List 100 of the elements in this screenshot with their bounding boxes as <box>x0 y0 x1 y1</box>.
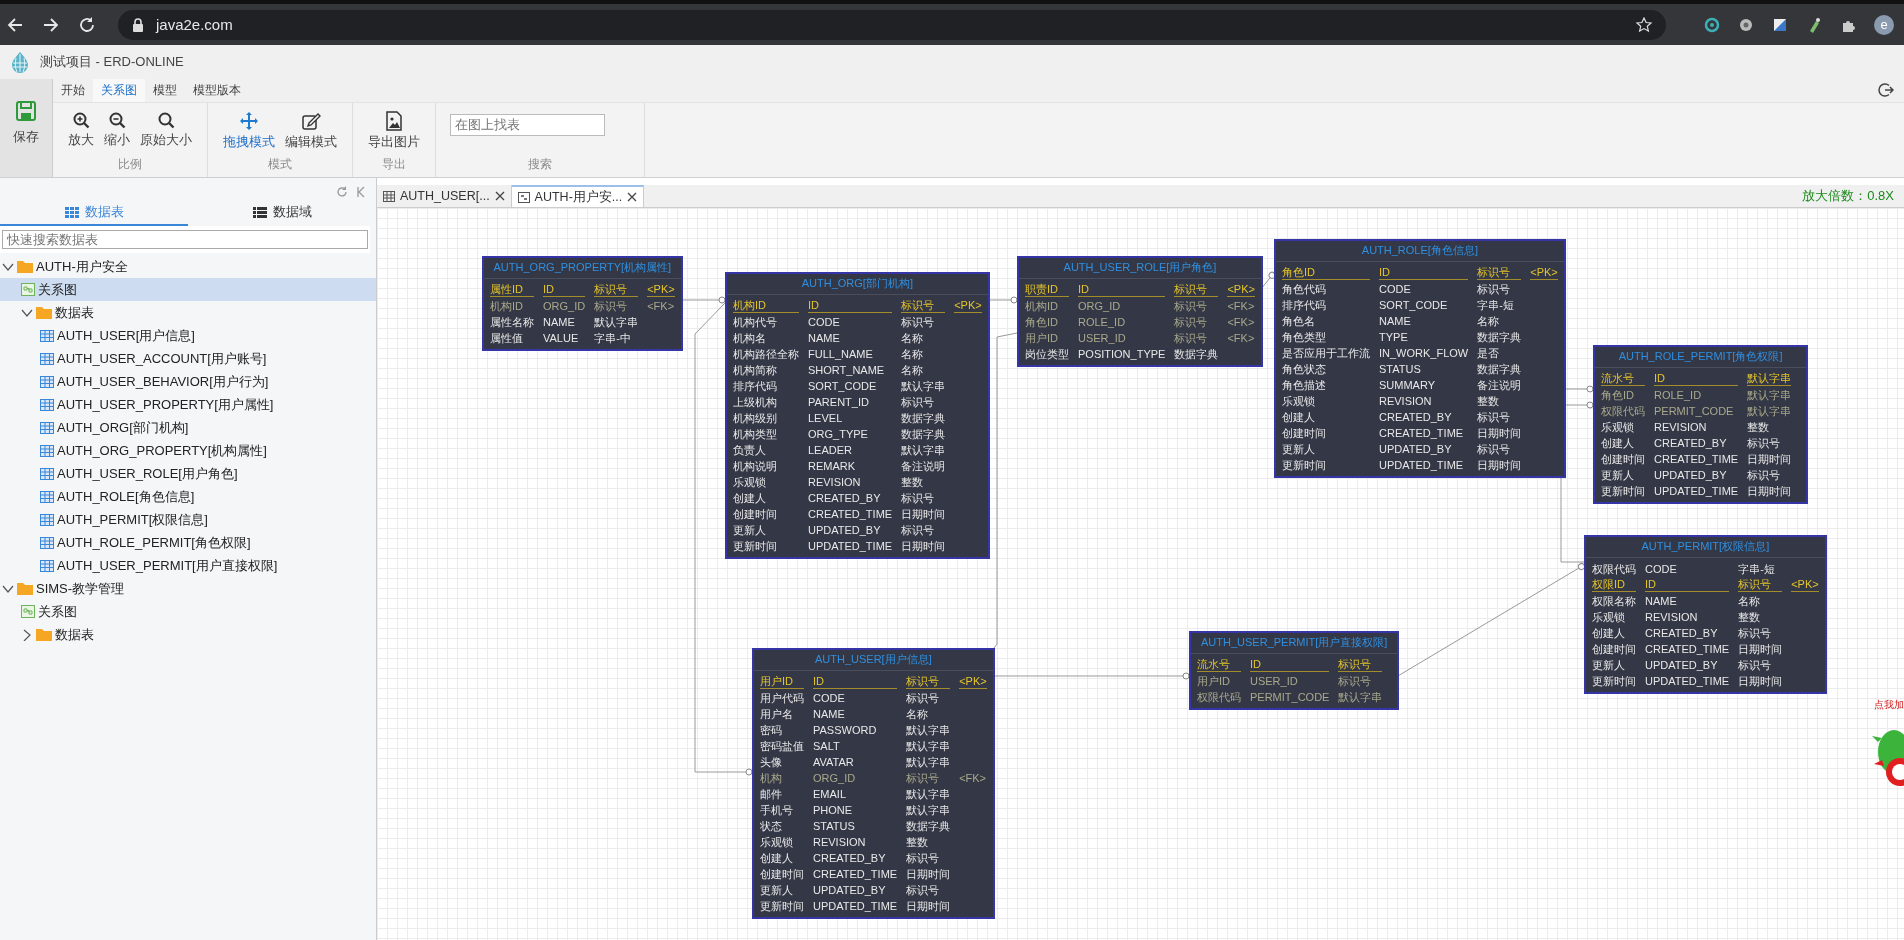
close-icon[interactable] <box>627 192 638 202</box>
tree-item[interactable]: AUTH_ROLE[角色信息] <box>0 485 376 508</box>
chevron-right-icon[interactable] <box>21 628 33 641</box>
extension-icon[interactable] <box>1738 16 1754 33</box>
field-cell-text: 日期时间 <box>901 507 946 522</box>
entity-table[interactable]: AUTH_ORG_PROPERTY[机构属性] 属性ID ID 标识号 <PK> 机构ID ORG_ID 标识号 <FK> 属性名称 NAME 默认字串 属性值 VALUE 字串-中 <box>482 256 683 351</box>
tree-item[interactable]: AUTH_USER_BEHAVIOR[用户行为] <box>0 370 376 393</box>
close-icon[interactable] <box>494 191 505 201</box>
tree-item[interactable]: AUTH_PERMIT[权限信息] <box>0 508 376 531</box>
field-cell-text: 创建人 <box>1282 410 1316 425</box>
image-file-icon <box>385 111 403 131</box>
tree-item[interactable]: 数据表 <box>0 301 376 324</box>
field-cell-text: 默认字串 <box>1747 404 1792 419</box>
entity-table[interactable]: AUTH_ROLE_PERMIT[角色权限] 流水号 ID 默认字串 角色ID ROLE_ID 默认字串 权限代码 PERMIT_CODE 默认字串 乐观锁 REVISION 整数 创建人 CREATED_BY 标识号 创建时间 CREATED_TIME 日期时间 更新人 UPDATED_BY 标识号 更新时间 UPDATED_TIME 日期时间 <box>1593 345 1809 504</box>
ribbon-button[interactable]: 原始大小 <box>137 111 195 149</box>
field-cell-text: ROLE_ID <box>1654 388 1703 403</box>
field-cell-text: 标识号 <box>901 395 936 410</box>
field-cell-text: 默认字串 <box>906 803 951 818</box>
ribbon-tab[interactable]: 关系图 <box>93 79 145 102</box>
widget-text[interactable]: 点我加 <box>1874 698 1904 712</box>
sidebar-tab[interactable]: 数据域 <box>188 200 376 226</box>
refresh-icon[interactable] <box>336 186 348 198</box>
extension-icon[interactable] <box>1704 16 1720 33</box>
entity-table[interactable]: AUTH_USER_PERMIT[用户直接权限] 流水号 ID 标识号 用户ID USER_ID 标识号 权限代码 PERMIT_CODE 默认字串 <box>1189 631 1400 710</box>
star-icon[interactable] <box>1636 16 1652 33</box>
field-cell-text: 标识号 <box>901 315 936 330</box>
field-cell-text: POSITION_TYPE <box>1078 347 1166 362</box>
field-cell-text: 整数 <box>1747 420 1771 435</box>
ribbon-button[interactable]: 缩小 <box>101 111 133 149</box>
tree-item[interactable]: AUTH_USER_PROPERTY[用户属性] <box>0 393 376 416</box>
field-cell: 权限ID <box>1592 577 1636 592</box>
tree-item[interactable]: SIMS-教学管理 <box>0 577 376 600</box>
field-cell-text: LEVEL <box>808 411 844 426</box>
field-cell-text: 标识号 <box>1477 442 1512 457</box>
tree-item[interactable]: AUTH_USER_ACCOUNT[用户账号] <box>0 347 376 370</box>
tree-item[interactable]: AUTH_USER[用户信息] <box>0 324 376 347</box>
field-cell-text: 是否 <box>1477 346 1501 361</box>
field-cell-text: SORT_CODE <box>808 379 878 394</box>
tree-item[interactable]: 关系图 <box>0 600 376 623</box>
field-cell-text: 名称 <box>901 363 925 378</box>
extension-icon[interactable] <box>1772 16 1788 33</box>
diagram-icon <box>21 605 35 618</box>
tree-item[interactable]: AUTH_USER_ROLE[用户角色] <box>0 462 376 485</box>
reload-icon[interactable] <box>78 15 96 34</box>
field-cell-text: 更新时间 <box>760 899 804 914</box>
tree-item[interactable]: AUTH_ORG_PROPERTY[机构属性] <box>0 439 376 462</box>
save-button[interactable]: 保存 <box>0 79 53 177</box>
field-cell-text: 标识号 <box>1338 674 1373 689</box>
field-cell-text: 日期时间 <box>1747 484 1792 499</box>
search-field[interactable]: 快速搜索数据表 <box>2 230 368 249</box>
field-cell-text: PARENT_ID <box>808 395 870 410</box>
field-cell-text: 默认字串 <box>906 755 951 770</box>
field-cell: 机构ID <box>733 298 799 313</box>
field-cell-text: 默认字串 <box>906 739 951 754</box>
ribbon-tab[interactable]: 模型版本 <box>185 79 249 102</box>
collapse-icon[interactable] <box>356 186 366 198</box>
address-bar[interactable]: java2e.com <box>118 9 1666 40</box>
field-cell-text: 更新人 <box>760 883 794 898</box>
ribbon-tab[interactable]: 开始 <box>53 79 93 102</box>
ribbon-button[interactable]: 放大 <box>65 111 97 149</box>
field-cell: ID <box>1078 282 1166 297</box>
field-cell-text: 备注说明 <box>1477 378 1522 393</box>
entity-table[interactable] <box>1274 239 1566 478</box>
table-title: AUTH_ROLE_PERMIT[角色权限] <box>1595 347 1807 368</box>
field-cell-text: STATUS <box>1379 362 1422 377</box>
field-cell-text: 标识号 <box>1174 315 1209 330</box>
entity-table[interactable]: AUTH_PERMIT[权限信息] 权限代码 CODE 字串-短 权限ID ID 标识号 <PK> 权限名称 NAME 名称 乐观锁 REVISION 整数 创建人 CREATED_BY 标识号 创建时间 CREATED_TIME 日期时间 更新人 UPDATED_BY 标识号 更新时间 UPDATED_TIME 日期时间 <box>1584 535 1827 694</box>
entity-table[interactable] <box>752 648 995 919</box>
tree-item[interactable]: 关系图 <box>0 278 376 301</box>
ribbon-button[interactable]: 导出图片 <box>365 111 423 151</box>
logout-icon[interactable] <box>1878 82 1894 98</box>
ribbon-button[interactable]: 编辑模式 <box>282 111 340 151</box>
field-cell-text: 标识号 <box>1747 436 1782 451</box>
search-field[interactable]: 在图上找表 <box>450 114 605 136</box>
entity-table[interactable]: AUTH_USER_ROLE[用户角色] 职责ID ID 标识号 <PK> 机构ID ORG_ID 标识号 <FK> 角色ID ROLE_ID 标识号 <FK> 用户ID USER_ID 标识号 <FK> 岗位类型 POSITION_TYPE 数据字典 <box>1017 256 1263 367</box>
document-tab[interactable]: AUTH-用户安... <box>511 185 645 207</box>
document-tab[interactable]: AUTH_USER[... <box>377 185 512 207</box>
tree-item[interactable]: AUTH_ORG[部门机构] <box>0 416 376 439</box>
ribbon-tab[interactable]: 模型 <box>145 79 185 102</box>
field-cell-text: 乐观锁 <box>1592 610 1626 625</box>
field-cell-text: 数据字典 <box>1174 347 1219 362</box>
back-icon[interactable] <box>6 15 24 34</box>
forward-icon[interactable] <box>42 15 60 34</box>
field-cell-text: 乐观锁 <box>1282 394 1316 409</box>
field-cell-text: 岗位类型 <box>1025 347 1069 362</box>
ribbon-button[interactable]: 拖拽模式 <box>220 111 278 151</box>
field-cell: <PK> <box>1530 265 1558 280</box>
tree-item[interactable]: AUTH_USER_PERMIT[用户直接权限] <box>0 554 376 577</box>
field-cell-text: 标识号 <box>1477 410 1512 425</box>
field-cell-text: UPDATED_BY <box>1379 442 1453 457</box>
field-cell-text: NAME <box>808 331 841 346</box>
tree-item[interactable]: AUTH-用户安全 <box>0 255 376 278</box>
tree-item[interactable]: AUTH_ROLE_PERMIT[角色权限] <box>0 531 376 554</box>
tree-item[interactable]: 数据表 <box>0 623 376 646</box>
field-cell: <PK> <box>954 298 982 313</box>
field-cell-text: ORG_ID <box>543 299 586 314</box>
field-cell-text: 密码 <box>760 723 783 738</box>
table-icon <box>40 375 54 388</box>
entity-table[interactable] <box>725 272 990 559</box>
field-cell-text: 标识号 <box>1747 468 1782 483</box>
